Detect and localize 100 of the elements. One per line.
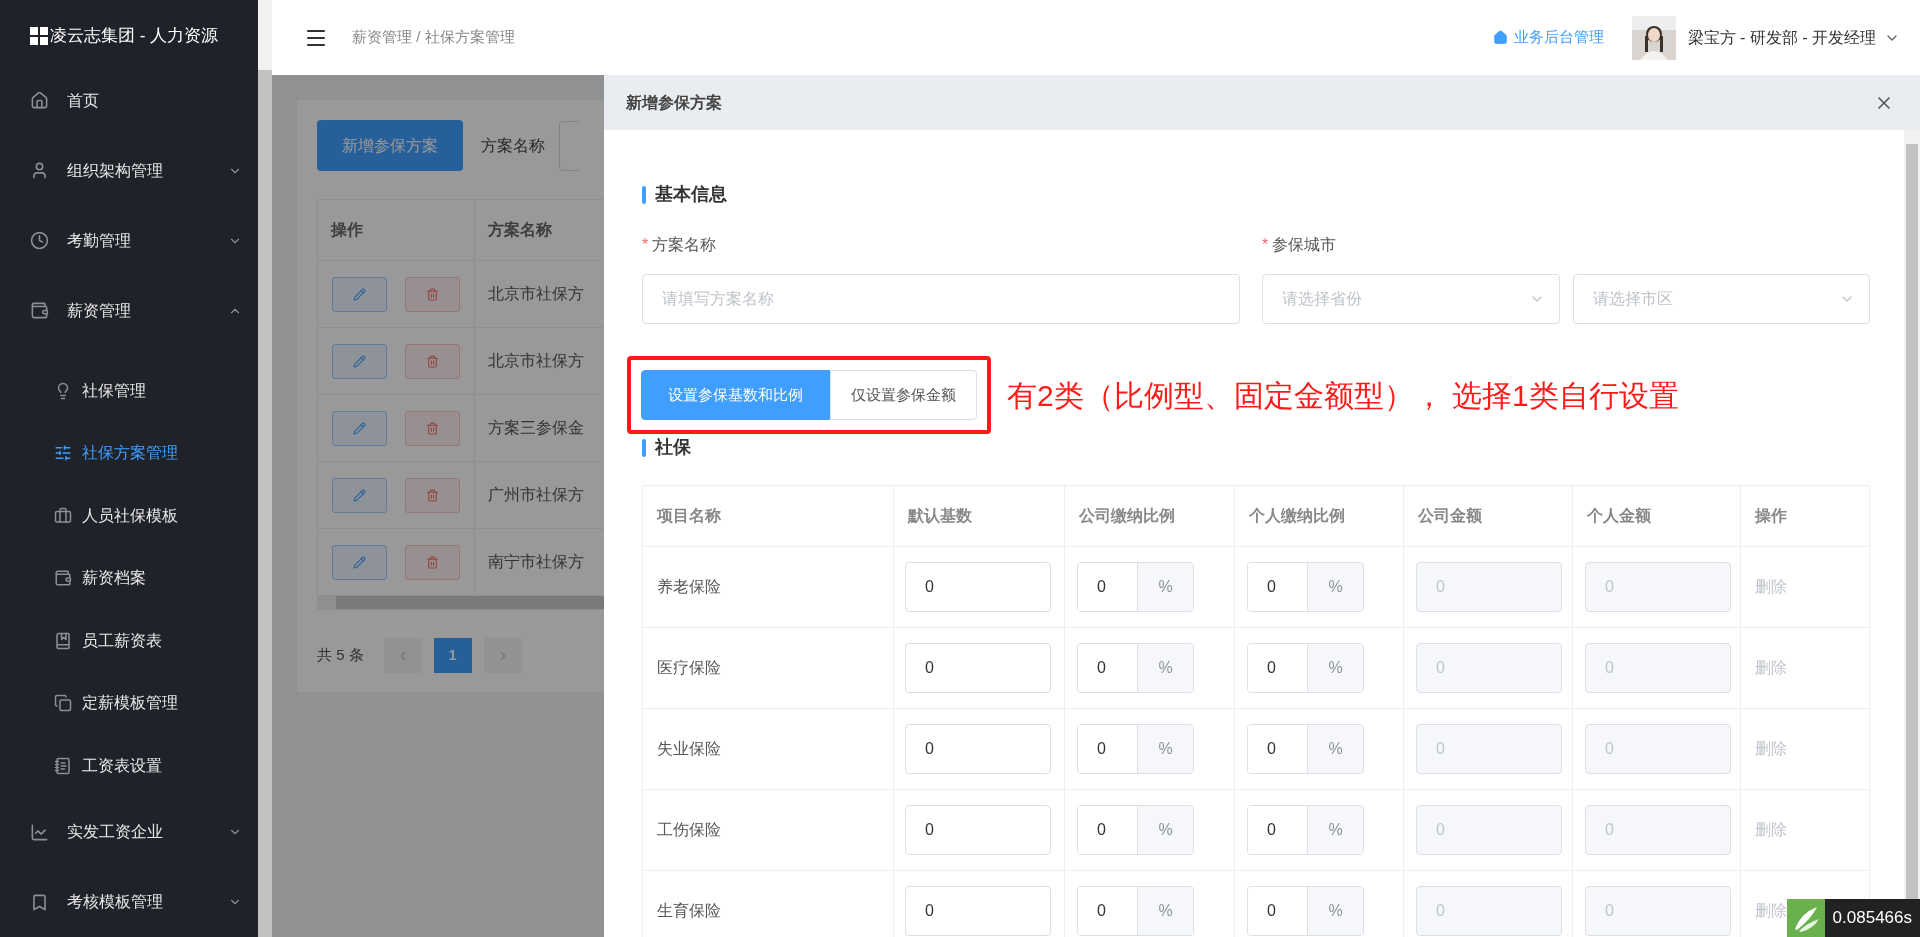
delete-button[interactable] (405, 544, 460, 580)
table-cell: 养老保险 (643, 547, 894, 627)
sidebar-subitem[interactable]: 社保管理 (0, 359, 258, 422)
percent-field[interactable]: 0 % (1077, 805, 1194, 855)
grid-logo-icon (30, 26, 48, 45)
section-marker (642, 438, 646, 457)
percent-field[interactable]: 0 % (1077, 643, 1194, 693)
trash-icon (426, 287, 439, 301)
breadcrumb: 薪资管理 / 社保方案管理 (352, 27, 515, 48)
sidebar-item[interactable]: 考勤管理 (0, 205, 258, 276)
pencil-icon (353, 488, 366, 502)
section-title: 社保 (655, 436, 691, 459)
delete-button[interactable] (405, 477, 460, 513)
base-field[interactable]: 0 (905, 886, 1051, 936)
table-cell-text: 北京市社保方 (487, 284, 585, 304)
sidebar-subitem[interactable]: 工资表设置 (0, 734, 258, 797)
sidebar-item[interactable]: 组织架构管理 (0, 135, 258, 206)
edit-button[interactable] (332, 276, 387, 312)
trash-icon (426, 488, 439, 502)
table-cell-text: 广州市社保方 (487, 485, 585, 505)
column-header: 个人金额 (1573, 486, 1741, 546)
pencil-icon (353, 354, 366, 368)
sidebar-subitem[interactable]: 人员社保模板 (0, 484, 258, 547)
delete-button[interactable] (405, 276, 460, 312)
percent-field[interactable]: 0 % (1247, 643, 1364, 693)
wallet-icon (30, 301, 49, 320)
percent-field[interactable]: 0 % (1077, 724, 1194, 774)
page-scrollbar[interactable] (258, 0, 272, 937)
percent-field[interactable]: 0 % (1077, 886, 1194, 936)
sidebar-subitem[interactable]: 员工薪资表 (0, 609, 258, 672)
clock-icon (30, 231, 49, 250)
pencil-icon (353, 555, 366, 569)
sidebar-subitem[interactable]: 薪资档案 (0, 547, 258, 610)
sliders-icon (54, 444, 72, 463)
copy-icon (54, 694, 72, 713)
sidebar-item[interactable]: 首页 (0, 65, 258, 136)
edit-button[interactable] (332, 544, 387, 580)
base-field[interactable]: 0 (905, 805, 1051, 855)
total-count: 共 5 条 (317, 645, 364, 666)
table-cell: 医疗保险 (643, 628, 894, 708)
app-title: 凌云志集团 - 人力资源 (50, 25, 219, 47)
book-icon (54, 631, 72, 650)
drawer-title: 新增参保方案 (626, 92, 723, 113)
chart-icon (30, 822, 49, 842)
home-icon (30, 91, 49, 110)
pencil-icon (353, 287, 366, 301)
base-field[interactable]: 0 (905, 724, 1051, 774)
horizontal-scrollbar[interactable] (318, 596, 604, 609)
column-header: 方案名称 (487, 220, 553, 240)
delete-button[interactable] (405, 410, 460, 446)
user-name[interactable]: 梁宝方 - 研发部 - 开发经理 (1687, 25, 1876, 50)
next-page-button[interactable] (483, 638, 522, 673)
mode-tab[interactable]: 仅设置参保金额 (830, 370, 977, 420)
column-header: 公司金额 (1404, 486, 1573, 546)
field-label: 参保城市 (1272, 235, 1337, 255)
briefcase-icon (54, 506, 72, 525)
trash-icon (426, 354, 439, 368)
column-header: 个人缴纳比例 (1235, 486, 1404, 546)
user-icon (30, 161, 49, 180)
edit-button[interactable] (332, 410, 387, 446)
table-cell-text: 南宁市社保方 (487, 552, 585, 572)
percent-field[interactable]: 0 % (1247, 562, 1364, 612)
pencil-icon (353, 421, 366, 435)
table-cell: 工伤保险 (643, 790, 894, 870)
base-field[interactable]: 0 (905, 643, 1051, 693)
required-mark: * (1262, 235, 1269, 255)
trash-icon (426, 421, 439, 435)
sidebar-item[interactable]: 考核模板管理 (0, 867, 258, 937)
previous-page-button[interactable] (383, 638, 422, 673)
table-cell-text: 北京市社保方 (487, 351, 585, 371)
percent-field[interactable]: 0 % (1247, 805, 1364, 855)
edit-button[interactable] (332, 343, 387, 379)
column-header: 项目名称 (643, 486, 894, 546)
timer-badge: 0.085466s (1786, 899, 1920, 937)
sidebar-subitem[interactable]: 社保方案管理 (0, 422, 258, 485)
home-icon (1492, 30, 1508, 45)
column-header: 操作 (1753, 506, 1788, 526)
table-cell-text: 方案三参保金 (487, 418, 585, 438)
bookmark-icon (30, 892, 49, 912)
percent-field[interactable]: 0 % (1247, 724, 1364, 774)
column-header: 操作 (318, 200, 475, 260)
notebook-icon (54, 756, 72, 775)
table-cell: 生育保险 (643, 871, 894, 937)
percent-field[interactable]: 0 % (1247, 886, 1364, 936)
percent-field[interactable]: 0 % (1077, 562, 1194, 612)
section-marker (642, 185, 646, 204)
field-label: 方案名称 (652, 235, 717, 255)
trash-icon (426, 555, 439, 569)
annotation-text: 有2类（比例型、固定金额型）， 选择1类自行设置 (1007, 377, 1679, 414)
filter-label: 方案名称 (481, 135, 545, 156)
sidebar-item[interactable]: 薪资管理 (0, 275, 258, 346)
section-title: 基本信息 (655, 183, 727, 206)
sidebar-subitem[interactable]: 定薪模板管理 (0, 672, 258, 735)
sidebar-item[interactable]: 实发工资企业 (0, 797, 258, 867)
column-header: 默认基数 (894, 486, 1065, 546)
base-field[interactable]: 0 (905, 562, 1051, 612)
delete-button[interactable] (405, 343, 460, 379)
edit-button[interactable] (332, 477, 387, 513)
wallet-icon (54, 569, 72, 588)
column-header: 公司缴纳比例 (1065, 486, 1235, 546)
